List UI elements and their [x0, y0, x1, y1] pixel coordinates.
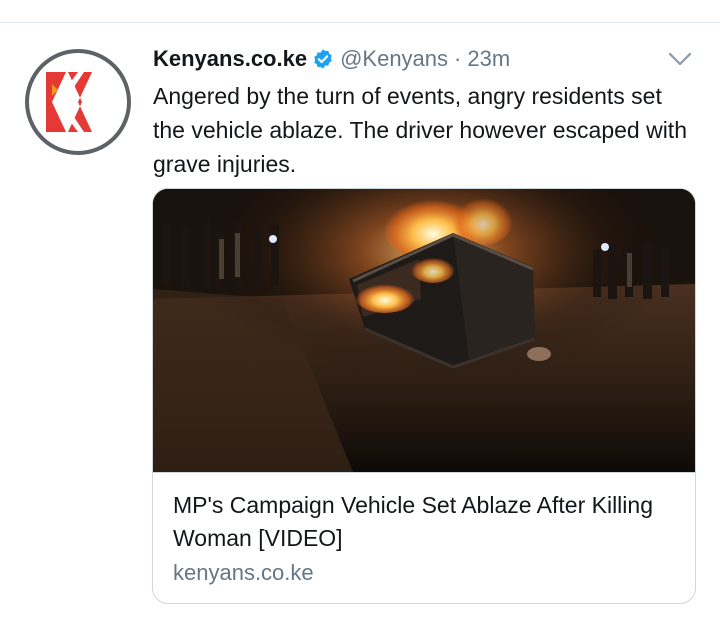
burning-vehicle-photo — [153, 189, 695, 472]
card-divider — [153, 472, 695, 473]
link-card[interactable]: MP's Campaign Vehicle Set Ablaze After K… — [152, 188, 696, 604]
avatar[interactable] — [25, 49, 131, 155]
tweet-header: Kenyans.co.ke @Kenyans · 23m — [153, 43, 510, 75]
tweet[interactable]: Kenyans.co.ke @Kenyans · 23m Angered by … — [0, 23, 720, 622]
separator-dot: · — [454, 46, 462, 71]
display-name[interactable]: Kenyans.co.ke — [153, 46, 307, 72]
tweet-menu-button[interactable] — [664, 47, 696, 71]
kenyans-k-logo-icon — [46, 72, 110, 132]
card-domain[interactable]: kenyans.co.ke — [173, 558, 314, 588]
chevron-down-icon — [668, 52, 692, 66]
tweet-text: Angered by the turn of events, angry res… — [153, 83, 687, 177]
card-title[interactable]: MP's Campaign Vehicle Set Ablaze After K… — [173, 489, 673, 555]
verified-badge-icon — [312, 48, 334, 70]
card-image[interactable] — [153, 189, 695, 472]
user-handle[interactable]: @Kenyans — [340, 46, 448, 72]
timestamp[interactable]: 23m — [467, 46, 510, 72]
